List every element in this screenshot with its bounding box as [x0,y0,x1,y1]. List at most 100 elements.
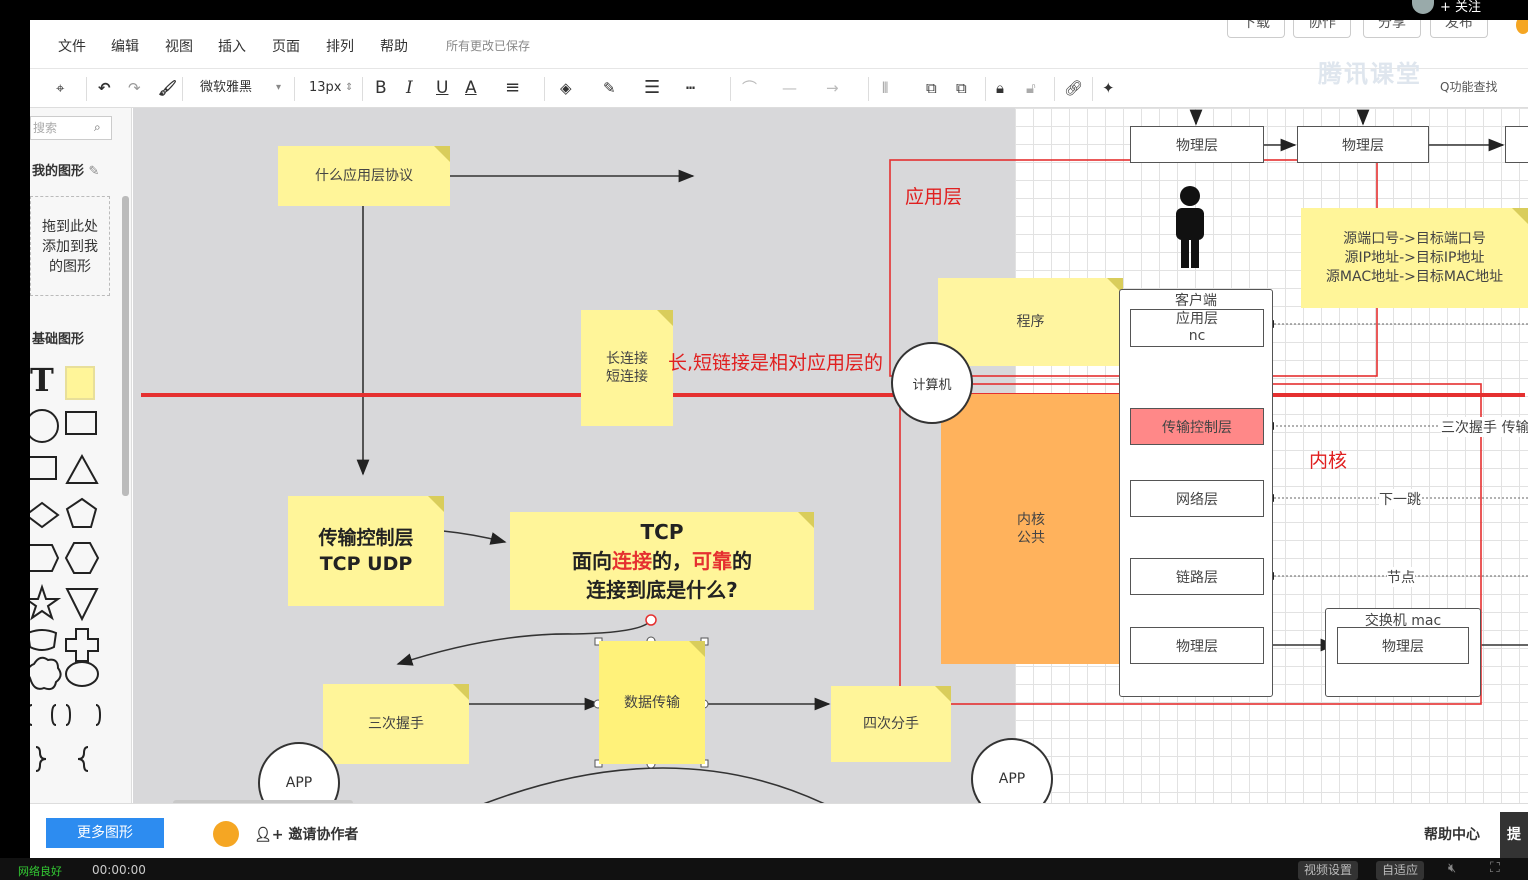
send-back-icon[interactable]: ⧉ [956,79,967,97]
unlock-icon[interactable]: 🔓︎ [1026,79,1036,97]
search-icon[interactable]: ⌕ [94,120,101,135]
note-tcp[interactable]: TCP 面向连接的，可靠的 连接到底是什么? [510,512,814,610]
line-type-icon[interactable]: — [782,79,797,97]
edit-icon[interactable]: ✎ [89,164,100,179]
note-three-way-handshake[interactable]: 三次握手 [323,684,469,764]
shape-library-panel: 搜索 ⌕ 我的图形 ✎ 拖到此处 添加到我 的图形 基础图形 T [30,108,132,808]
link-icon[interactable]: 🔗︎ [1064,79,1083,97]
stepper-icon[interactable]: ⇕ [345,79,353,97]
lock-icon[interactable]: 🔒︎ [996,79,1004,97]
note-data-transfer[interactable]: 数据传输 [599,641,705,764]
arrow-end-icon[interactable]: → [826,79,839,97]
publish-button[interactable]: 发布 [1430,20,1488,38]
function-search[interactable]: Q功能查找 [1440,78,1497,95]
playback-time: 00:00:00 [92,863,146,877]
bottom-arc [483,767,825,803]
menu-bar: 文件 编辑 视图 插入 页面 排列 帮助 所有更改已保存 下载 协作 分享 发布 [30,20,1528,68]
phys-top-box-3[interactable] [1505,126,1528,163]
transport-layer-box[interactable]: 传输控制层 [1130,408,1264,445]
link-layer-box[interactable]: 链路层 [1130,558,1264,595]
edge-label-nexthop: 下一跳 [1379,489,1421,509]
fill-color-icon[interactable]: ◈ [560,79,572,97]
computer-circle[interactable]: 计算机 [891,342,973,424]
my-shapes-dropzone[interactable]: 拖到此处 添加到我 的图形 [30,196,110,296]
menu-view[interactable]: 视图 [165,36,193,56]
paint-brush-icon[interactable]: 🖌︎ [158,79,177,97]
invite-collaborator-button[interactable]: 👤︎+ 邀请协作者 [254,824,358,844]
connector-icon[interactable]: ⌒ [742,79,757,97]
align-icon[interactable]: ≡ [505,79,520,97]
format-painter-icon[interactable]: ⌖ [56,79,64,97]
switch-physical-box[interactable]: 物理层 [1337,627,1469,664]
share-button[interactable]: 分享 [1363,20,1421,38]
diagram-editor-window: 文件 编辑 视图 插入 页面 排列 帮助 所有更改已保存 下载 协作 分享 发布… [30,20,1528,858]
volume-icon[interactable]: 🔇︎ [1448,861,1456,876]
note-transport-layer[interactable]: 传输控制层 TCP UDP [288,496,444,606]
physical-layer-box[interactable]: 物理层 [1130,627,1264,664]
kernel-label: 内核 [1309,450,1348,472]
kernel-public-block[interactable]: 内核 公共 [941,394,1121,664]
app-layer-label: 应用层 [905,186,963,208]
panel-scrollbar[interactable] [122,196,129,496]
edge-label-handshake: 三次握手 传输 [1441,417,1528,437]
note-program[interactable]: 程序 [938,278,1123,366]
line-style-icon[interactable]: ┅ [686,79,695,97]
line-color-icon[interactable]: ✎ [603,79,616,97]
font-family-select[interactable]: 微软雅黑 [200,79,252,97]
edge-label-node: 节点 [1387,567,1415,587]
app-layer-box[interactable]: 应用层 nc [1130,309,1264,347]
phys-top-box-2[interactable]: 物理层 [1297,126,1429,163]
basic-shapes-heading[interactable]: 基础图形 [32,328,84,347]
font-color-button[interactable]: A [465,79,477,97]
bottom-bar: 更多图形 👤︎+ 邀请协作者 帮助中心 提 [30,803,1528,858]
phys-top-box-1[interactable]: 物理层 [1130,126,1264,163]
svg-text:T: T [30,363,54,399]
chevron-down-icon[interactable]: ▾ [276,79,281,97]
italic-button[interactable]: I [406,79,413,97]
basic-shapes-grid[interactable]: T [30,363,120,808]
note-addresses[interactable]: 源端口号->目标端口号 源IP地址->目标IP地址 源MAC地址->目标MAC地址 [1301,208,1528,308]
network-layer-box[interactable]: 网络层 [1130,480,1264,517]
fullscreen-icon[interactable]: ⛶ [1490,860,1500,876]
rotation-handle [645,614,657,626]
more-shapes-button[interactable]: 更多图形 [46,818,164,848]
menu-edit[interactable]: 编辑 [111,36,139,56]
save-status: 所有更改已保存 [446,39,531,53]
my-shapes-heading[interactable]: 我的图形 ✎ [32,160,99,179]
note-what-protocol[interactable]: 什么应用层协议 [278,146,450,206]
add-user-icon: 👤︎+ [254,827,289,843]
network-status: 网络良好 [18,865,62,878]
undo-icon[interactable]: ↶ [98,79,111,97]
magic-wand-icon[interactable]: ✦ [1102,79,1115,97]
user-avatar[interactable] [213,821,239,847]
help-center-button[interactable]: 帮助中心 [1424,824,1480,844]
collaborate-button[interactable]: 协作 [1293,20,1351,38]
red-annotation: 长,短链接是相对应用层的 [668,352,884,374]
video-settings-button[interactable]: 视频设置 [1298,861,1359,880]
auto-fit-button[interactable]: 自适应 [1376,861,1425,880]
diagram-canvas[interactable]: 什么应用层协议 长连接 短连接 长,短链接是相对应用层的 传输控制层 TCP UDP… [133,108,1528,803]
download-button[interactable]: 下载 [1227,20,1285,38]
note-long-short-conn[interactable]: 长连接 短连接 [581,310,673,426]
screen-recording: + 关注 文件 编辑 视图 插入 页面 排列 帮助 所有更改已保存 下载 协作 … [0,0,1528,880]
user-figure-icon [1176,186,1204,268]
menu-page[interactable]: 页面 [272,36,300,56]
line-width-icon[interactable]: ☰ [644,79,660,97]
tip-button[interactable]: 提 [1500,812,1528,858]
align-left-icon[interactable]: ⫴ [882,79,888,97]
avatar[interactable] [1412,0,1434,14]
arrow-transport-tcp [442,530,507,545]
font-size-select[interactable]: 13px [309,79,342,97]
underline-button[interactable]: U [436,79,448,97]
bring-front-icon[interactable]: ⧉ [926,79,937,97]
expand-icon[interactable] [1516,20,1528,34]
menu-file[interactable]: 文件 [58,36,86,56]
redo-icon[interactable]: ↷ [128,79,141,97]
menu-arrange[interactable]: 排列 [326,36,354,56]
follow-button[interactable]: + 关注 [1440,0,1481,15]
video-player-bar: 网络良好 00:00:00 视频设置 自适应 🔇︎ ⛶ [0,858,1528,880]
menu-insert[interactable]: 插入 [218,36,246,56]
bold-button[interactable]: B [375,79,387,97]
note-four-way-close[interactable]: 四次分手 [831,686,951,762]
menu-help[interactable]: 帮助 [380,36,408,56]
